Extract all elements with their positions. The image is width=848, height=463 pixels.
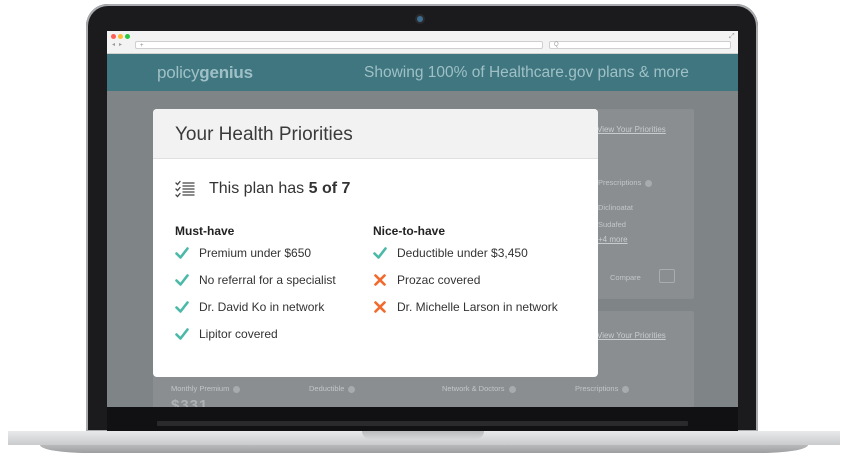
- info-icon: [622, 385, 630, 393]
- checkmark-icon: [175, 328, 189, 340]
- logo-bold-text: genius: [199, 63, 253, 82]
- drug-item-2: Sudafed: [598, 220, 626, 229]
- checkmark-icon: [175, 274, 189, 286]
- browser-search-field[interactable]: Q: [549, 41, 731, 49]
- health-priorities-modal: Your Health Priorities This plan has 5 o…: [153, 109, 598, 377]
- logo-light-text: policy: [157, 63, 200, 82]
- minimize-window-button[interactable]: [118, 34, 123, 39]
- site-header: policygenius Showing 100% of Healthcare.…: [107, 54, 738, 91]
- priority-label: Dr. Michelle Larson in network: [397, 300, 558, 314]
- policygenius-logo[interactable]: policygenius: [157, 63, 253, 83]
- info-icon: [645, 179, 653, 187]
- must-have-column: Must-have Premium under $650 No referral…: [175, 224, 336, 354]
- deductible-label: Deductible: [309, 384, 356, 393]
- summary-text: This plan has 5 of 7: [209, 180, 350, 198]
- laptop-base-edge: [40, 445, 808, 453]
- list-item: Dr. Michelle Larson in network: [373, 300, 558, 327]
- laptop-notch: [362, 431, 484, 439]
- priority-label: Lipitor covered: [199, 327, 278, 341]
- prescriptions-label-2: Prescriptions: [575, 384, 630, 393]
- prescriptions-label: Prescriptions: [598, 178, 653, 187]
- monthly-premium-label-text: Monthly Premium: [171, 384, 230, 393]
- drug-item-1: Diclinoatat: [598, 203, 634, 212]
- laptop-hinge: [157, 421, 688, 426]
- list-item: Lipitor covered: [175, 327, 278, 354]
- close-window-button[interactable]: [111, 34, 116, 39]
- view-priorities-link-1[interactable]: View Your Priorities: [597, 125, 666, 134]
- summary-prefix: This plan has: [209, 180, 305, 197]
- list-item: Premium under $650: [175, 246, 311, 273]
- must-have-heading: Must-have: [175, 224, 235, 238]
- nice-to-have-column: Nice-to-have Deductible under $3,450 Pro…: [373, 224, 558, 327]
- header-message: Showing 100% of Healthcare.gov plans & m…: [364, 64, 689, 81]
- nice-to-have-heading: Nice-to-have: [373, 224, 446, 238]
- prescriptions-label-2-text: Prescriptions: [575, 384, 619, 393]
- list-item: Prozac covered: [373, 273, 480, 300]
- maximize-window-button[interactable]: [125, 34, 130, 39]
- compare-label: Compare: [610, 273, 641, 282]
- laptop-bezel-bottom: [107, 407, 738, 432]
- checkmark-icon: [175, 247, 189, 259]
- view-priorities-link-2[interactable]: View Your Priorities: [597, 331, 666, 340]
- network-label-text: Network & Doctors: [442, 384, 505, 393]
- list-item: Deductible under $3,450: [373, 246, 528, 273]
- priority-label: Dr. David Ko in network: [199, 300, 325, 314]
- browser-toolbar: ◂ ▸ + Q ⤢: [107, 31, 738, 54]
- x-mark-icon: [374, 274, 386, 286]
- info-icon: [508, 385, 516, 393]
- laptop-screen: ◂ ▸ + Q ⤢ policygenius Showing 100% of H…: [107, 31, 738, 407]
- list-icon: [175, 180, 195, 198]
- camera-icon: [417, 16, 423, 22]
- modal-header: Your Health Priorities: [153, 109, 598, 159]
- back-arrow-icon[interactable]: ◂: [112, 42, 115, 49]
- compare-checkbox[interactable]: [659, 269, 675, 283]
- modal-title: Your Health Priorities: [175, 124, 353, 145]
- list-item: No referral for a specialist: [175, 273, 336, 300]
- checkmark-icon: [373, 247, 387, 259]
- list-item: Dr. David Ko in network: [175, 300, 324, 327]
- priority-label: Prozac covered: [397, 273, 481, 287]
- monthly-premium-label: Monthly Premium: [171, 384, 241, 393]
- priority-label: Deductible under $3,450: [397, 246, 528, 260]
- more-drugs-link[interactable]: +4 more: [598, 235, 628, 244]
- deductible-label-text: Deductible: [309, 384, 345, 393]
- forward-arrow-icon[interactable]: ▸: [119, 42, 122, 49]
- checkmark-icon: [175, 301, 189, 313]
- prescriptions-label-text: Prescriptions: [598, 178, 642, 187]
- fullscreen-icon[interactable]: ⤢: [729, 33, 735, 41]
- summary-count: 5 of 7: [308, 180, 351, 197]
- info-icon: [348, 385, 356, 393]
- priority-label: No referral for a specialist: [199, 273, 336, 287]
- address-bar[interactable]: +: [135, 41, 543, 49]
- premium-value: $331: [171, 397, 209, 407]
- priority-label: Premium under $650: [199, 246, 312, 260]
- network-label: Network & Doctors: [442, 384, 516, 393]
- info-icon: [233, 385, 241, 393]
- x-mark-icon: [374, 301, 386, 313]
